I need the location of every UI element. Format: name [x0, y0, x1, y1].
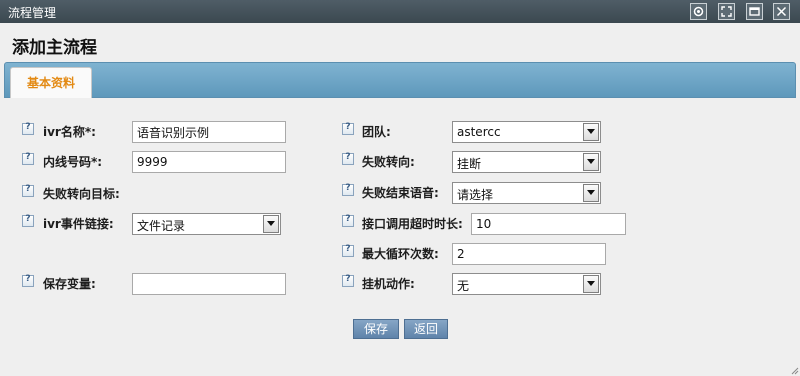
help-icon[interactable]: ? — [22, 152, 34, 165]
fail-redirect-select[interactable]: 挂断 — [452, 151, 601, 173]
help-icon[interactable]: ? — [22, 214, 34, 227]
maximize-icon[interactable] — [746, 3, 763, 20]
form-panel: ? ivr名称*: ? 内线号码*: ? 失败转向目标: ? ivr事件链接: … — [4, 98, 796, 376]
fail-redirect-label: 失败转向: — [362, 155, 415, 169]
ivr-event-link-select[interactable]: 文件记录 — [132, 213, 281, 235]
back-button[interactable]: 返回 — [404, 319, 448, 339]
chevron-down-icon[interactable] — [583, 184, 599, 202]
settings-icon[interactable] — [690, 3, 707, 20]
save-variable-label: 保存变量: — [43, 277, 96, 291]
help-icon[interactable]: ? — [22, 122, 34, 135]
api-timeout-input[interactable] — [471, 213, 626, 235]
chevron-down-icon[interactable] — [583, 275, 599, 293]
chevron-down-icon[interactable] — [583, 153, 599, 171]
fullscreen-icon[interactable] — [718, 3, 735, 20]
max-loops-label: 最大循环次数: — [362, 247, 439, 261]
save-variable-input[interactable] — [132, 273, 286, 295]
api-timeout-label: 接口调用超时时长: — [362, 217, 463, 231]
team-label: 团队: — [362, 125, 391, 139]
extension-label: 内线号码*: — [43, 155, 103, 169]
help-icon[interactable]: ? — [342, 122, 354, 135]
fail-redirect-value: 挂断 — [457, 157, 482, 171]
window-title: 流程管理 — [8, 6, 57, 20]
fail-end-voice-label: 失败结束语音: — [362, 186, 439, 200]
help-icon[interactable]: ? — [342, 274, 354, 287]
window-titlebar: 流程管理 — [0, 0, 800, 23]
save-button[interactable]: 保存 — [353, 319, 399, 339]
fail-target-label: 失败转向目标: — [43, 187, 120, 201]
help-icon[interactable]: ? — [342, 183, 354, 196]
close-icon[interactable] — [773, 3, 790, 20]
page-title: 添加主流程 — [12, 38, 97, 58]
ivr-event-link-label: ivr事件链接: — [43, 217, 114, 231]
team-value: astercc — [457, 125, 501, 139]
help-icon[interactable]: ? — [342, 244, 354, 257]
help-icon[interactable]: ? — [22, 274, 34, 287]
help-icon[interactable]: ? — [342, 152, 354, 165]
tab-bar: 基本资料 — [4, 62, 796, 99]
ivr-name-label: ivr名称*: — [43, 125, 96, 139]
fail-end-voice-select[interactable]: 请选择 — [452, 182, 601, 204]
help-icon[interactable]: ? — [342, 214, 354, 227]
ivr-name-input[interactable] — [132, 121, 286, 143]
hangup-action-select[interactable]: 无 — [452, 273, 601, 295]
resize-grip-icon[interactable] — [791, 367, 799, 375]
team-select[interactable]: astercc — [452, 121, 601, 143]
ivr-event-link-value: 文件记录 — [137, 219, 186, 233]
hangup-action-label: 挂机动作: — [362, 277, 415, 291]
max-loops-input[interactable] — [452, 243, 606, 265]
fail-end-voice-value: 请选择 — [457, 188, 494, 202]
chevron-down-icon[interactable] — [263, 215, 279, 233]
hangup-action-value: 无 — [457, 279, 470, 293]
chevron-down-icon[interactable] — [583, 123, 599, 141]
help-icon[interactable]: ? — [22, 184, 34, 197]
extension-input[interactable] — [132, 151, 286, 173]
tab-basic-info[interactable]: 基本资料 — [10, 67, 92, 99]
